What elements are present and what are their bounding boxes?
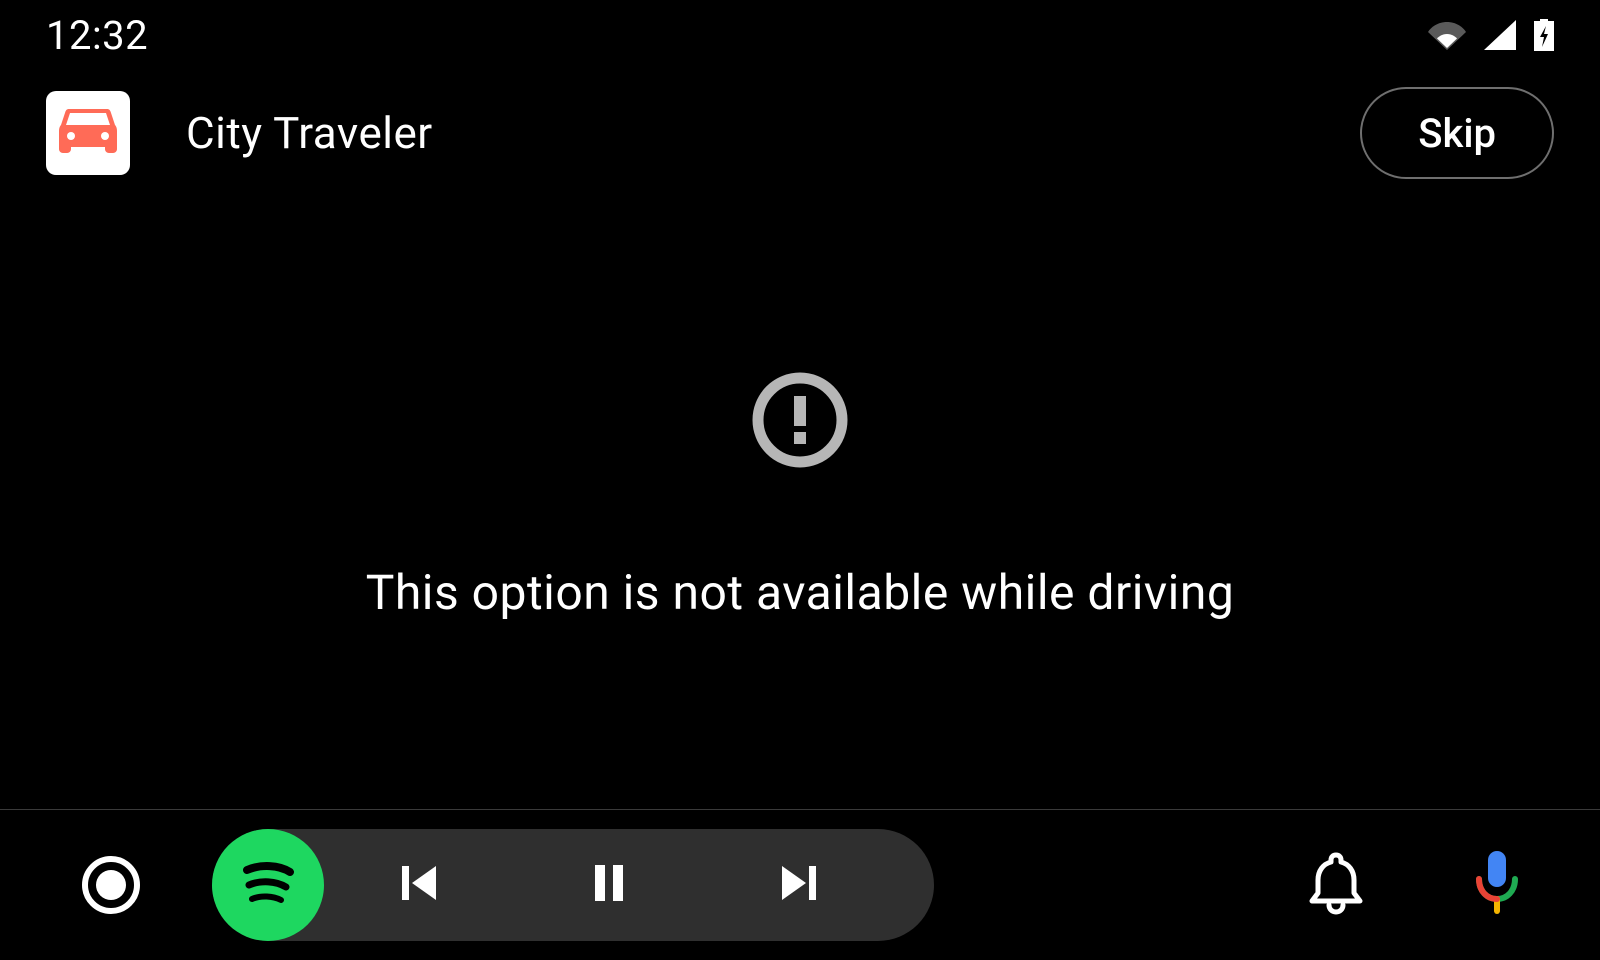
battery-charging-icon	[1534, 19, 1554, 51]
play-pause-button[interactable]	[514, 829, 704, 941]
app-launcher-button[interactable]	[80, 854, 142, 916]
cell-signal-icon	[1484, 20, 1516, 50]
skip-next-icon	[776, 860, 822, 910]
bottom-nav-bar	[0, 810, 1600, 960]
media-app-button[interactable]	[212, 829, 324, 941]
unavailable-message: This option is not available while drivi…	[366, 564, 1235, 621]
previous-track-button[interactable]	[324, 829, 514, 941]
app-icon[interactable]	[46, 91, 130, 175]
main-content: This option is not available while drivi…	[0, 180, 1600, 810]
status-bar: 12:32	[0, 0, 1600, 70]
skip-previous-icon	[396, 860, 442, 910]
bell-icon	[1308, 851, 1364, 919]
microphone-icon	[1474, 849, 1520, 921]
notifications-button[interactable]	[1308, 851, 1364, 919]
status-icons	[1428, 19, 1554, 51]
pause-icon	[586, 860, 632, 910]
next-track-button[interactable]	[704, 829, 894, 941]
voice-assistant-button[interactable]	[1474, 849, 1520, 921]
wifi-icon	[1428, 20, 1466, 50]
nav-right-group	[1308, 849, 1520, 921]
status-time: 12:32	[46, 12, 148, 59]
alert-icon	[750, 370, 850, 474]
media-controls	[212, 829, 934, 941]
app-header: City Traveler Skip	[46, 88, 1554, 178]
app-title: City Traveler	[186, 107, 433, 159]
spotify-icon	[233, 848, 303, 922]
car-icon	[59, 105, 117, 161]
skip-button[interactable]: Skip	[1360, 87, 1554, 179]
